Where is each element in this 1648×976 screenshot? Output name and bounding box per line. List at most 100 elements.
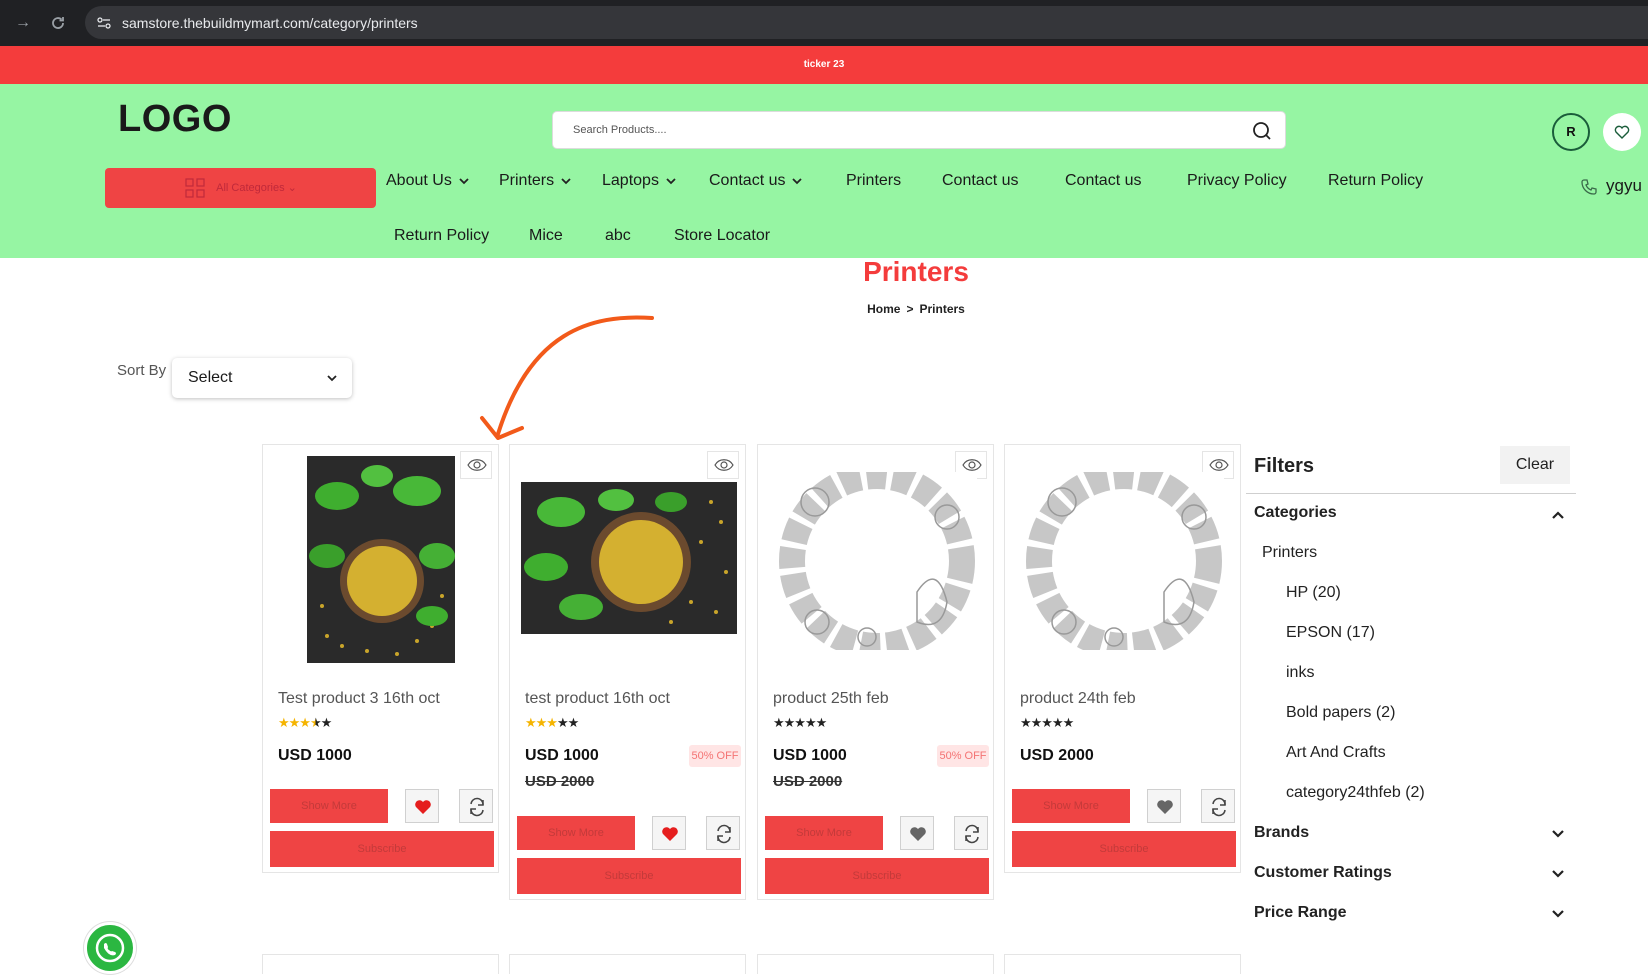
menu-item-printers-2[interactable]: Printers xyxy=(846,172,901,190)
compare-button[interactable] xyxy=(1201,789,1235,823)
subscribe-button[interactable]: Subscribe xyxy=(765,858,989,894)
filter-category-item[interactable]: inks xyxy=(1286,664,1314,682)
refresh-icon xyxy=(1212,797,1226,817)
chevron-up-icon[interactable] xyxy=(1550,507,1566,523)
eye-icon xyxy=(467,459,487,471)
product-image[interactable] xyxy=(521,482,737,634)
show-more-button[interactable]: Show More xyxy=(270,789,388,823)
menu-item-contact-us-2[interactable]: Contact us xyxy=(942,172,1018,190)
menu-item-printers[interactable]: Printers xyxy=(499,172,572,190)
product-price: USD 1000 xyxy=(525,747,599,764)
sort-select[interactable]: Select xyxy=(172,358,352,398)
product-image[interactable] xyxy=(307,456,455,663)
clear-filters-button[interactable]: Clear xyxy=(1500,446,1570,484)
menu-item-contact-us-3[interactable]: Contact us xyxy=(1065,172,1141,190)
menu-item-abc[interactable]: abc xyxy=(605,227,631,245)
site-logo[interactable]: LOGO xyxy=(118,98,232,141)
menu-item-mice[interactable]: Mice xyxy=(529,227,563,245)
product-card[interactable]: Test product 3 16th oct ★★★★★ USD 1000 S… xyxy=(262,444,499,873)
wishlist-toggle-button[interactable] xyxy=(405,789,439,823)
menu-item-laptops[interactable]: Laptops xyxy=(602,172,677,190)
product-price: USD 2000 xyxy=(1020,747,1094,764)
show-more-button[interactable]: Show More xyxy=(765,816,883,850)
reload-icon[interactable] xyxy=(47,12,69,34)
browser-toolbar: → samstore.thebuildmymart.com/category/p… xyxy=(0,0,1648,46)
wishlist-toggle-button[interactable] xyxy=(900,816,934,850)
product-image[interactable] xyxy=(1024,472,1224,650)
whatsapp-chat-button[interactable] xyxy=(84,922,136,974)
whatsapp-icon xyxy=(95,933,125,963)
original-price: USD 2000 xyxy=(525,773,595,790)
compare-button[interactable] xyxy=(954,816,988,850)
original-price: USD 2000 xyxy=(773,773,843,790)
menu-item-about-us[interactable]: About Us xyxy=(386,172,470,190)
subscribe-button[interactable]: Subscribe xyxy=(517,858,741,894)
filter-section-customer-ratings[interactable]: Customer Ratings xyxy=(1254,864,1392,882)
annotation-arrow-icon xyxy=(480,315,654,440)
search-icon[interactable] xyxy=(1251,120,1273,142)
subscribe-button[interactable]: Subscribe xyxy=(1012,831,1236,867)
heart-filled-icon xyxy=(910,827,926,841)
wishlist-toggle-button[interactable] xyxy=(1147,789,1181,823)
product-name[interactable]: test product 16th oct xyxy=(525,690,670,708)
product-card[interactable]: product 25th feb ★★★★★ USD 1000 50% OFF … xyxy=(757,444,994,900)
product-name[interactable]: product 25th feb xyxy=(773,690,889,708)
heart-outline-icon xyxy=(1614,125,1630,139)
breadcrumb-separator: > xyxy=(906,302,914,316)
filter-section-price-range[interactable]: Price Range xyxy=(1254,904,1346,922)
product-card[interactable]: product 24th feb ★★★★★ USD 2000 Show Mor… xyxy=(1004,444,1241,873)
discount-badge: 50% OFF xyxy=(689,745,741,767)
rating-stars: ★★★★★ xyxy=(278,715,332,730)
phone-contact[interactable]: ygyu xyxy=(1580,176,1642,196)
chevron-down-icon[interactable] xyxy=(1550,906,1566,922)
subscribe-button[interactable]: Subscribe xyxy=(270,831,494,867)
menu-label: Laptops xyxy=(602,172,659,189)
breadcrumb-current: Printers xyxy=(919,302,965,316)
filter-category-item[interactable]: Bold papers (2) xyxy=(1286,704,1395,722)
product-name[interactable]: product 24th feb xyxy=(1020,690,1136,708)
show-more-button[interactable]: Show More xyxy=(517,816,635,850)
quick-view-button[interactable] xyxy=(707,451,739,479)
divider xyxy=(1246,493,1576,494)
filters-title: Filters xyxy=(1254,455,1315,477)
menu-label: About Us xyxy=(386,172,452,189)
filter-category-item[interactable]: HP (20) xyxy=(1286,584,1341,602)
menu-item-return-policy[interactable]: Return Policy xyxy=(1328,172,1423,190)
menu-item-store-locator[interactable]: Store Locator xyxy=(674,227,770,245)
show-more-button[interactable]: Show More xyxy=(1012,789,1130,823)
url-text: samstore.thebuildmymart.com/category/pri… xyxy=(122,15,418,31)
filter-category-item[interactable]: Art And Crafts xyxy=(1286,744,1386,762)
product-card-partial xyxy=(262,954,499,974)
chevron-down-icon xyxy=(666,178,676,185)
menu-item-return-policy-2[interactable]: Return Policy xyxy=(394,227,489,245)
menu-item-contact-us[interactable]: Contact us xyxy=(709,172,803,190)
menu-label: Contact us xyxy=(709,172,786,189)
wishlist-button[interactable] xyxy=(1603,113,1641,151)
filter-category-item[interactable]: EPSON (17) xyxy=(1286,624,1375,642)
menu-item-privacy-policy[interactable]: Privacy Policy xyxy=(1187,172,1287,190)
all-categories-button[interactable]: All Categories ⌄ xyxy=(105,168,376,208)
filter-category-printers[interactable]: Printers xyxy=(1262,544,1317,562)
search-placeholder: Search Products.... xyxy=(573,124,667,136)
breadcrumb-home[interactable]: Home xyxy=(867,302,900,316)
wishlist-toggle-button[interactable] xyxy=(652,816,686,850)
chevron-down-icon[interactable] xyxy=(1550,866,1566,882)
product-card-partial xyxy=(757,954,994,974)
compare-button[interactable] xyxy=(459,789,493,823)
quick-view-button[interactable] xyxy=(460,451,492,479)
search-input[interactable]: Search Products.... xyxy=(552,111,1286,149)
compare-button[interactable] xyxy=(706,816,740,850)
product-price: USD 1000 xyxy=(278,747,352,764)
product-name[interactable]: Test product 3 16th oct xyxy=(278,690,440,708)
user-avatar[interactable]: R xyxy=(1552,113,1590,151)
site-info-icon[interactable] xyxy=(96,15,112,31)
menu-label: Printers xyxy=(499,172,555,189)
filter-section-categories[interactable]: Categories xyxy=(1254,504,1337,522)
address-bar[interactable]: samstore.thebuildmymart.com/category/pri… xyxy=(85,6,1648,39)
chevron-down-icon[interactable] xyxy=(1550,826,1566,842)
filter-section-brands[interactable]: Brands xyxy=(1254,824,1309,842)
filter-category-item[interactable]: category24thfeb (2) xyxy=(1286,784,1425,802)
forward-arrow-icon[interactable]: → xyxy=(12,12,34,34)
product-card[interactable]: test product 16th oct ★★★★★ USD 1000 50%… xyxy=(509,444,746,900)
product-image[interactable] xyxy=(777,472,977,650)
